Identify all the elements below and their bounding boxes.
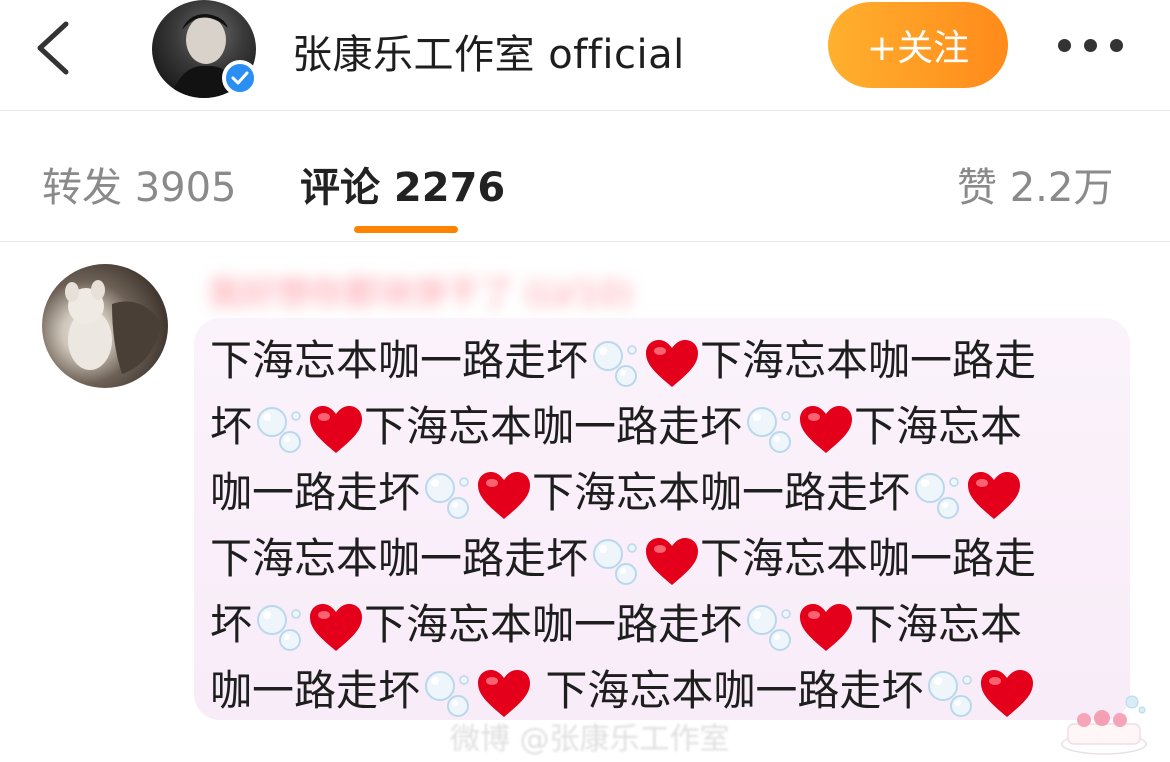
- comment-text-segment: 下海忘本咖一路走坏: [532, 666, 924, 715]
- heart-emoji-icon: [308, 404, 364, 456]
- active-tab-indicator: [354, 226, 458, 233]
- bubble-emoji-icon: [252, 402, 308, 458]
- commenter-name[interactable]: 我好想你那块饼干了 (LV10): [208, 266, 718, 310]
- comment-text-segment: 下海忘本咖一路走坏: [210, 336, 589, 385]
- comment-text-segment: 下海忘本咖一路走坏: [532, 468, 911, 517]
- heart-emoji-icon: [979, 668, 1035, 720]
- comment-text-segment: 下海忘本咖一路走: [700, 336, 1037, 385]
- account-avatar[interactable]: [152, 0, 260, 100]
- tab-reposts[interactable]: 转发 3905: [42, 155, 237, 213]
- cake-sticker-icon: [1058, 688, 1150, 758]
- follow-button[interactable]: +关注: [828, 2, 1008, 88]
- heart-emoji-icon: [966, 470, 1022, 522]
- comment-text-segment: 下海忘本咖一路走坏: [364, 402, 743, 451]
- bubble-emoji-icon: [923, 666, 979, 722]
- heart-emoji-icon: [644, 536, 700, 588]
- bubble-emoji-icon: [420, 468, 476, 524]
- watermark: 微博 @张康乐工作室: [450, 722, 730, 757]
- commenter-avatar[interactable]: [42, 264, 168, 388]
- back-icon[interactable]: [30, 20, 80, 76]
- more-options-icon[interactable]: [1058, 30, 1132, 60]
- bubble-emoji-icon: [910, 468, 966, 524]
- account-name[interactable]: 张康乐工作室 official: [292, 22, 685, 80]
- heart-emoji-icon: [476, 470, 532, 522]
- heart-emoji-icon: [644, 338, 700, 390]
- heart-emoji-icon: [476, 668, 532, 720]
- tab-likes[interactable]: 赞 2.2万: [957, 155, 1113, 213]
- top-bar: 张康乐工作室 official +关注: [0, 0, 1170, 110]
- tab-comments[interactable]: 评论 2276: [300, 155, 505, 213]
- comment-text-segment: 下海忘本: [854, 600, 1023, 649]
- comment-text-segment: 下海忘本咖一路走坏: [364, 600, 743, 649]
- bubble-emoji-icon: [742, 600, 798, 656]
- comment-text-segment: 咖一路走坏: [210, 468, 421, 517]
- bubble-emoji-icon: [588, 534, 644, 590]
- comment-text-segment: 坏: [210, 600, 253, 649]
- comment-line: 下海忘本咖一路走坏 下海忘本咖一路走: [210, 328, 1110, 394]
- comment-text-segment: 下海忘本咖一路走坏: [210, 534, 589, 583]
- comment-line: 下海忘本咖一路走坏 下海忘本咖一路走: [210, 526, 1110, 592]
- bubble-emoji-icon: [588, 336, 644, 392]
- header-divider: [0, 110, 1170, 111]
- verified-icon: [222, 60, 258, 96]
- heart-emoji-icon: [798, 404, 854, 456]
- comment-line: 咖一路走坏 下海忘本咖一路走坏: [210, 460, 1110, 526]
- comment-text: 下海忘本咖一路走坏 下海忘本咖一路走坏下海忘本咖一路走坏 下海忘本 咖一路走坏 下海忘本…: [210, 328, 1110, 724]
- heart-emoji-icon: [798, 602, 854, 654]
- comment-line: 坏 下海忘本咖一路走坏 下海忘本: [210, 394, 1110, 460]
- comment-text-segment: 下海忘本: [854, 402, 1023, 451]
- comment-text-segment: 咖一路走坏: [210, 666, 421, 715]
- bubble-emoji-icon: [742, 402, 798, 458]
- comment-text-segment: 坏: [210, 402, 253, 451]
- heart-emoji-icon: [308, 602, 364, 654]
- bubble-emoji-icon: [252, 600, 308, 656]
- comment-line: 坏 下海忘本咖一路走坏 下海忘本: [210, 592, 1110, 658]
- tabs-divider: [0, 241, 1170, 242]
- comment-text-segment: 下海忘本咖一路走: [700, 534, 1037, 583]
